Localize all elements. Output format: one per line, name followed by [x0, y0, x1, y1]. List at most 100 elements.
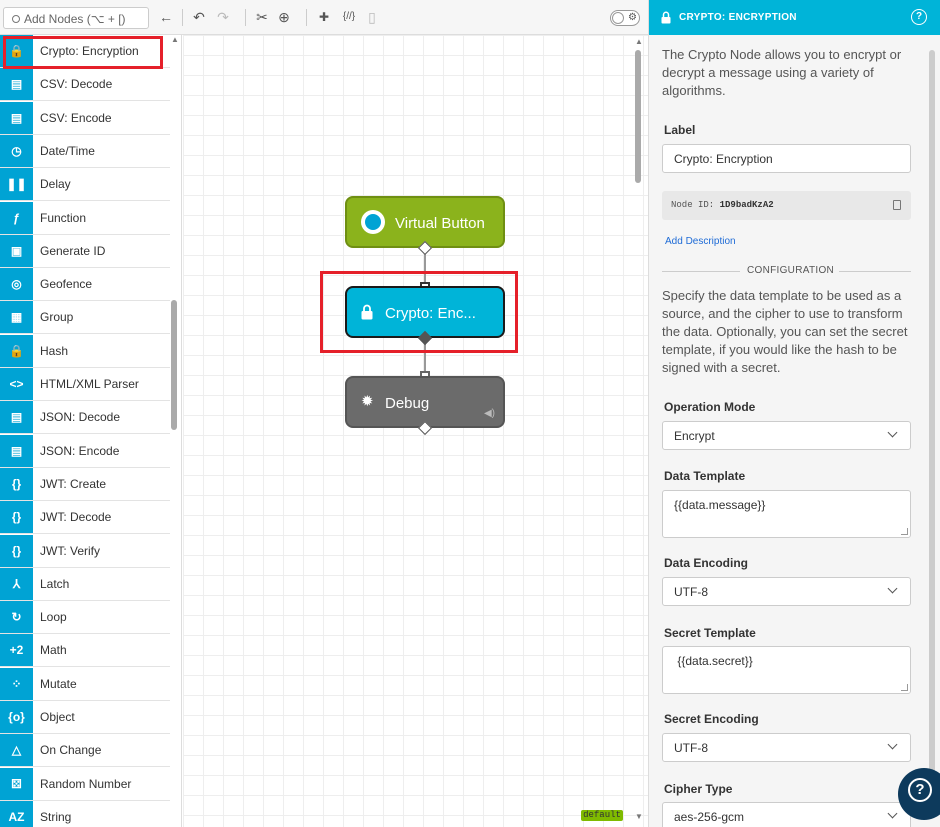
palette-item-label: On Change: [40, 743, 102, 758]
bug-icon: ✹: [361, 393, 374, 410]
palette-item-label: JSON: Decode: [40, 410, 121, 425]
palette-item[interactable]: ❚❚ Delay: [0, 168, 170, 202]
live-stream-toggle[interactable]: ⚙: [610, 10, 640, 26]
palette-item-label: Math: [40, 643, 67, 658]
palette-item[interactable]: ▦ Group: [0, 301, 170, 335]
palette-scroll-thumb[interactable]: [171, 300, 177, 430]
palette-item[interactable]: ⁘ Mutate: [0, 667, 170, 701]
palette-item-label: JWT: Verify: [40, 543, 101, 558]
add-note-icon[interactable]: ✚: [316, 8, 332, 26]
palette-item[interactable]: ▤ JSON: Encode: [0, 434, 170, 468]
scroll-up-arrow-icon[interactable]: ▲: [171, 35, 179, 44]
help-icon[interactable]: ?: [911, 9, 927, 25]
add-nodes-search-input[interactable]: Add Nodes (⌥ + [): [3, 7, 149, 29]
label-input[interactable]: Crypto: Encryption: [662, 144, 911, 173]
palette-item[interactable]: 🔒 Hash: [0, 334, 170, 368]
palette-item[interactable]: ▤ JSON: Decode: [0, 401, 170, 435]
scroll-up-arrow-icon[interactable]: ▲: [635, 37, 643, 46]
palette-item[interactable]: ⚄ Random Number: [0, 767, 170, 801]
toolbar-divider: [182, 9, 183, 26]
palette-item-icon: {o}: [0, 701, 33, 733]
redo-icon[interactable]: ↷: [215, 8, 231, 26]
palette-item-label: CSV: Decode: [40, 77, 113, 92]
secret-template-label: Secret Template: [664, 626, 756, 640]
cipher-type-select[interactable]: aes-256-gcm: [662, 802, 911, 827]
palette-item[interactable]: {o} Object: [0, 701, 170, 734]
palette-item-label: Group: [40, 310, 74, 325]
palette-item[interactable]: {} JWT: Create: [0, 467, 170, 501]
help-icon: ?: [908, 778, 932, 802]
node-label: Virtual Button: [395, 215, 485, 232]
operation-mode-select[interactable]: Encrypt: [662, 421, 911, 450]
palette-item-icon: <>: [0, 368, 33, 400]
virtual-button-icon: [361, 210, 385, 234]
flow-canvas[interactable]: [183, 35, 648, 827]
palette-item-label: Loop: [40, 610, 67, 625]
palette-item[interactable]: ◷ Date/Time: [0, 134, 170, 168]
data-encoding-select[interactable]: UTF-8: [662, 577, 911, 606]
secret-encoding-label: Secret Encoding: [664, 712, 759, 726]
resize-handle-icon[interactable]: [901, 528, 908, 535]
palette-item-label: Object: [40, 710, 75, 724]
palette-item-label: JWT: Decode: [40, 510, 112, 525]
resize-handle-icon[interactable]: [901, 684, 908, 691]
palette-item[interactable]: ƒ Function: [0, 201, 170, 235]
palette-item[interactable]: ◎ Geofence: [0, 268, 170, 302]
data-encoding-label: Data Encoding: [664, 556, 749, 570]
palette-item-icon: {}: [0, 534, 33, 567]
palette-item[interactable]: ▤ CSV: Encode: [0, 101, 170, 135]
zoom-icon[interactable]: ⊕: [276, 8, 292, 26]
palette-item-label: Latch: [40, 576, 70, 591]
palette-item[interactable]: △ On Change: [0, 734, 170, 768]
palette-item[interactable]: ▤ CSV: Decode: [0, 68, 170, 102]
search-icon: [12, 15, 20, 23]
secret-encoding-select[interactable]: UTF-8: [662, 733, 911, 762]
node-palette: 🔒 Crypto: Encryption ▤ CSV: Decode ▤ CSV: Enc…: [0, 35, 182, 827]
copy-icon[interactable]: [893, 200, 901, 210]
node-id-label: Node ID:: [671, 200, 715, 210]
panel-header: CRYPTO: ENCRYPTION ?: [649, 0, 940, 35]
palette-item-label: String: [40, 809, 72, 824]
cipher-type-label: Cipher Type: [664, 782, 733, 796]
panel-scroll-thumb[interactable]: [929, 50, 935, 810]
node-id-field: Node ID: 1D9badKzA2: [662, 191, 911, 220]
palette-item-label: JWT: Create: [40, 476, 107, 491]
palette-item-icon: ▣: [0, 234, 33, 267]
cut-icon[interactable]: ✂: [254, 8, 270, 26]
palette-scrollbar[interactable]: [170, 35, 181, 827]
palette-item[interactable]: +2 Math: [0, 634, 170, 668]
secret-template-textarea[interactable]: {{data.secret}}: [662, 646, 911, 694]
toolbar-divider: [245, 9, 246, 26]
palette-item[interactable]: ▣ Generate ID: [0, 234, 170, 268]
highlight-crypto-palette-item: [3, 36, 163, 69]
scroll-down-arrow-icon[interactable]: ▼: [635, 812, 643, 821]
palette-item[interactable]: <> HTML/XML Parser: [0, 368, 170, 401]
label-heading: Label: [664, 123, 696, 137]
search-placeholder: Add Nodes (⌥ + [): [24, 12, 126, 26]
data-template-textarea[interactable]: {{data.message}}: [662, 490, 911, 538]
panel-intro: The Crypto Node allows you to encrypt or…: [662, 47, 902, 98]
palette-item[interactable]: ⅄ Latch: [0, 567, 170, 601]
undo-icon[interactable]: ↶: [191, 8, 207, 26]
palette-item-icon: ƒ: [0, 201, 33, 234]
palette-item[interactable]: AZ String: [0, 800, 170, 827]
add-description-link[interactable]: Add Description: [665, 236, 736, 247]
frame-icon[interactable]: ▯: [366, 8, 378, 26]
speaker-icon[interactable]: ◀): [484, 408, 495, 419]
code-icon[interactable]: {//}: [338, 8, 360, 26]
palette-item-label: Generate ID: [40, 243, 106, 258]
chevron-down-icon: [887, 427, 898, 438]
palette-item[interactable]: {} JWT: Verify: [0, 534, 170, 568]
node-id-value: 1D9badKzA2: [719, 200, 774, 210]
canvas-scroll-thumb[interactable]: [635, 50, 641, 183]
palette-item-icon: ⅄: [0, 567, 33, 600]
flow-name-badge: default: [581, 810, 623, 821]
palette-item[interactable]: {} JWT: Decode: [0, 501, 170, 535]
palette-item-icon: ◎: [0, 268, 33, 301]
palette-item-label: Function: [40, 210, 87, 225]
palette-item[interactable]: ↻ Loop: [0, 601, 170, 635]
palette-item-label: Date/Time: [40, 143, 95, 158]
palette-item-icon: ❚❚: [0, 168, 33, 201]
collapse-palette-icon[interactable]: ←: [158, 8, 174, 26]
palette-item-icon: {}: [0, 467, 33, 500]
